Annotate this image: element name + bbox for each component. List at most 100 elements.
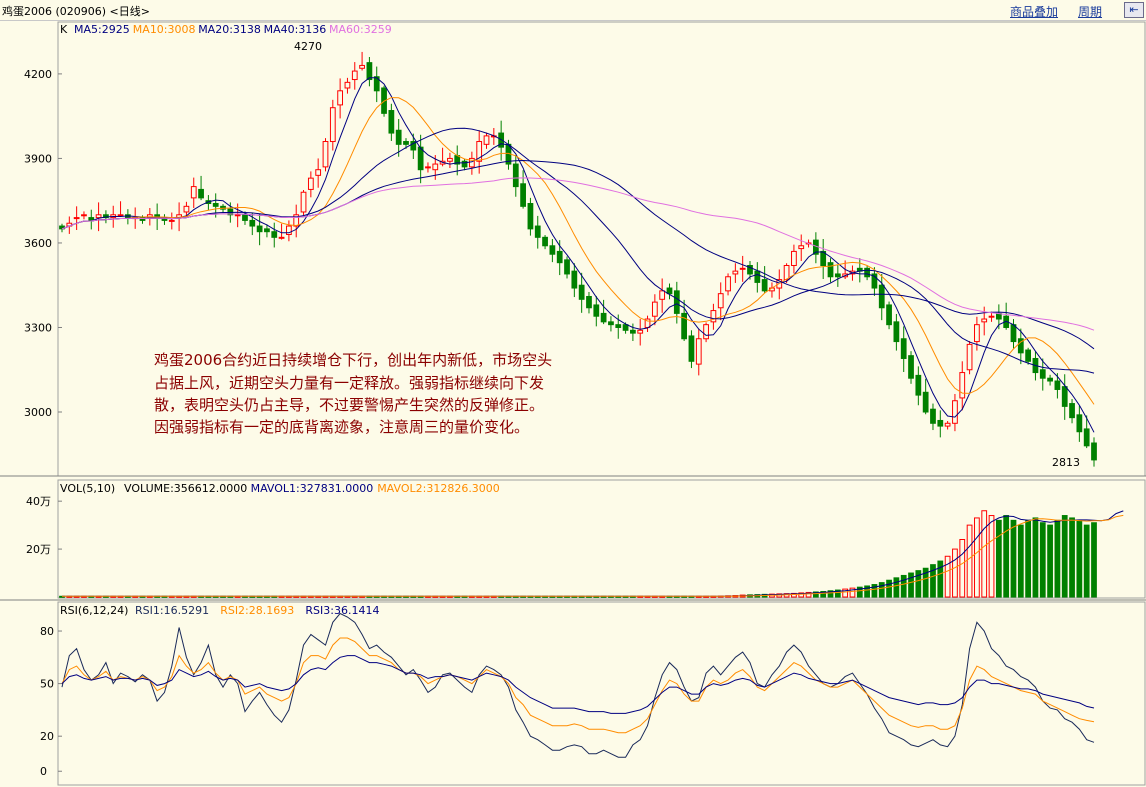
- candle: [300, 191, 307, 213]
- candle: [534, 225, 541, 238]
- candle: [366, 62, 373, 81]
- candle: [1054, 380, 1061, 390]
- volume-legend: VOLUME:356612.0000 MAVOL1:327831.0000 MAVO…: [124, 482, 500, 495]
- candle: [556, 250, 563, 264]
- title-bar: 鸡蛋2006 (020906) <日线> 商品叠加 周期 ⇤: [0, 0, 1146, 21]
- candle: [1091, 442, 1097, 461]
- volume-bar: [1083, 524, 1090, 598]
- candle: [586, 295, 592, 309]
- volume-bar: [1025, 519, 1032, 598]
- candle: [937, 419, 944, 427]
- candle: [571, 270, 578, 289]
- candle: [988, 315, 995, 318]
- overlay-instrument-button[interactable]: 商品叠加: [1010, 3, 1058, 20]
- rsi-ytick-label: 20: [40, 730, 54, 743]
- candle: [878, 284, 885, 309]
- candle: [908, 355, 914, 379]
- rsi-ytick-label: 50: [40, 678, 54, 691]
- legend-ma60: MA60:3259: [329, 23, 392, 36]
- back-arrow-icon[interactable]: ⇤: [1124, 2, 1144, 18]
- candle: [578, 284, 585, 300]
- period-button[interactable]: 周期: [1078, 3, 1102, 20]
- volume-bar: [1054, 519, 1061, 598]
- candle: [249, 219, 256, 227]
- candle: [688, 335, 695, 362]
- candle: [73, 217, 80, 220]
- chart-area[interactable]: 3000 3300 3600 3900 4200 20万 40万 0 20 50 80 K MA…: [0, 20, 1146, 787]
- candle: [315, 169, 322, 176]
- rsi-ytick-label: 80: [40, 625, 54, 638]
- volume-ytick-label: 20万: [26, 543, 51, 556]
- volume-bar: [952, 548, 958, 598]
- candle: [271, 231, 278, 238]
- candle: [834, 273, 841, 278]
- candle: [798, 245, 805, 250]
- candle: [432, 163, 439, 171]
- candle: [952, 400, 958, 424]
- ma60-line: [61, 177, 1095, 331]
- candle: [1069, 403, 1075, 419]
- legend-rsi2: RSI2:28.1693: [220, 604, 294, 617]
- candle: [622, 324, 629, 331]
- legend-rsi3: RSI3:36.1414: [305, 604, 379, 617]
- candle: [725, 276, 731, 292]
- candle: [1039, 369, 1046, 379]
- candle: [930, 408, 936, 424]
- candle: [739, 267, 746, 270]
- rsi-legend: RSI1:16.5291 RSI2:28.1693 RSI3:36.1414: [135, 604, 379, 617]
- volume-bar: [1039, 522, 1046, 598]
- candle: [395, 129, 402, 145]
- candle: [417, 146, 424, 171]
- price-ytick-label: 4200: [24, 68, 52, 81]
- rsi-chart: 0 20 50 80: [40, 612, 1095, 778]
- candle: [322, 141, 329, 168]
- candle: [234, 214, 241, 217]
- candle: [754, 270, 761, 283]
- volume-bar: [1003, 515, 1010, 598]
- legend-mavol2: MAVOL2:312826.3000: [377, 482, 500, 495]
- ma40-line: [61, 159, 1095, 350]
- candle: [425, 166, 431, 169]
- candle: [615, 324, 622, 328]
- window-title: 鸡蛋2006 (020906) <日线>: [2, 5, 150, 18]
- candle: [447, 157, 453, 162]
- price-ytick-label: 3900: [24, 152, 52, 165]
- candle: [651, 301, 658, 317]
- candle: [198, 188, 204, 199]
- candle: [922, 391, 929, 413]
- candle: [483, 135, 490, 145]
- candle: [264, 228, 270, 233]
- legend-ma40: MA40:3136: [264, 23, 327, 36]
- candle: [732, 270, 739, 275]
- volume-bar: [1047, 524, 1053, 598]
- price-ytick-label: 3000: [24, 406, 52, 419]
- volume-bar: [1017, 524, 1024, 598]
- candle: [1010, 324, 1017, 343]
- candle: [959, 372, 966, 399]
- candle: [81, 214, 87, 217]
- volume-bar: [878, 582, 885, 598]
- candle: [117, 214, 124, 217]
- volume-bar: [988, 515, 995, 598]
- candle: [608, 321, 614, 326]
- annotation-line: 占据上风，近期空头力量有一定释放。强弱指标继续向下发: [154, 374, 544, 392]
- candle: [893, 321, 900, 343]
- candle: [1061, 386, 1068, 407]
- candle: [403, 141, 409, 145]
- annotation-text: 鸡蛋2006合约近日持续增仓下行，创出年内新低，市场空头 占据上风，近期空头力量…: [154, 351, 552, 436]
- candle: [593, 304, 600, 317]
- candle: [944, 422, 951, 427]
- legend-volume: VOLUME:356612.0000: [124, 482, 247, 495]
- candle: [278, 236, 285, 239]
- candle: [183, 205, 190, 213]
- legend-rsi1: RSI1:16.5291: [135, 604, 209, 617]
- volume-bar: [900, 574, 907, 598]
- ma20-line: [61, 127, 1095, 374]
- volume-bar: [886, 579, 892, 598]
- candle: [974, 324, 980, 343]
- candle: [542, 236, 548, 247]
- candle: [695, 338, 702, 365]
- candle: [827, 262, 834, 278]
- volume-bar: [995, 519, 1002, 598]
- volume-bar: [1091, 522, 1097, 598]
